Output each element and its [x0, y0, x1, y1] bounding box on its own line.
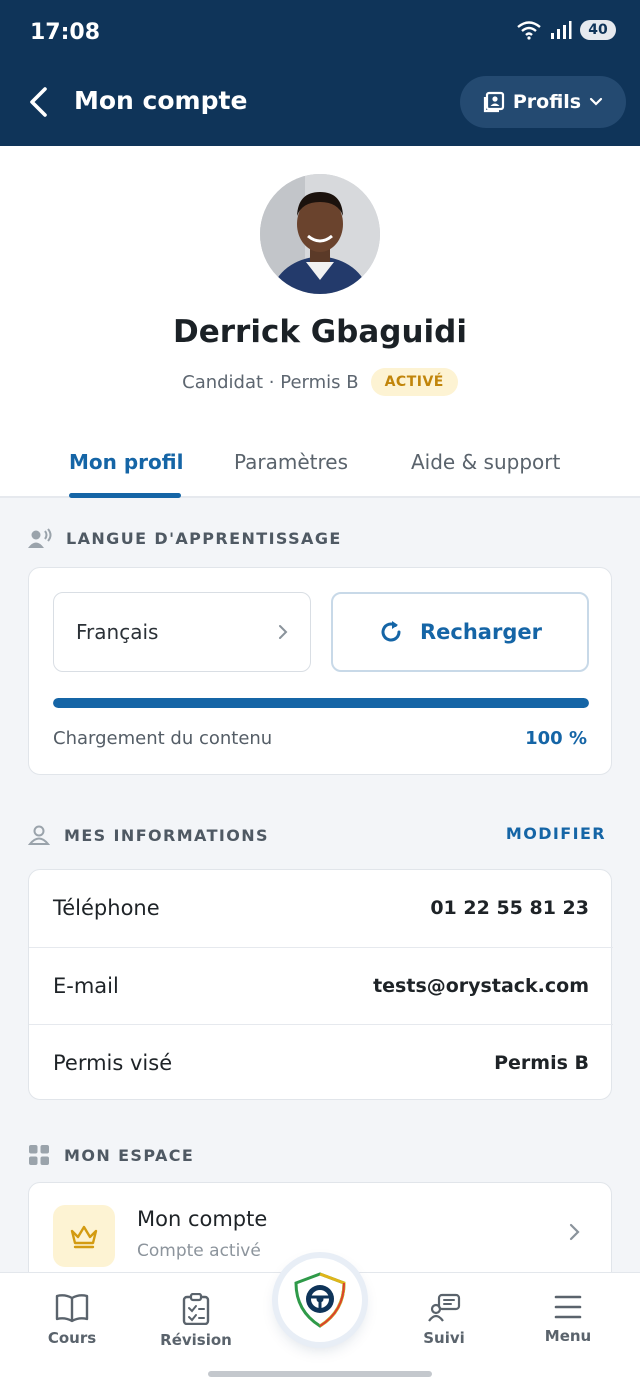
refresh-icon	[381, 621, 401, 642]
clipboard-check-icon	[182, 1293, 210, 1325]
user-icon	[28, 825, 50, 845]
language-section-title: LANGUE D'APPRENTISSAGE	[66, 528, 342, 548]
space-item-title: Mon compte	[137, 1207, 268, 1231]
profiles-icon	[483, 91, 504, 113]
nav-menu[interactable]: Menu	[513, 1293, 623, 1345]
nav-revision[interactable]: Révision	[141, 1293, 251, 1349]
profile-subline: Candidat · Permis B ACTIVÉ	[0, 368, 640, 396]
info-label: Permis visé	[53, 1050, 173, 1075]
speaking-person-icon	[28, 528, 52, 548]
chevron-left-icon	[30, 87, 47, 117]
chevron-right-icon	[569, 1223, 580, 1241]
crown-icon	[70, 1225, 98, 1249]
progress-label: Chargement du contenu	[53, 728, 273, 749]
back-button[interactable]	[20, 84, 56, 120]
space-item-subtitle: Compte activé	[137, 1241, 261, 1261]
signal-icon	[551, 21, 572, 39]
nav-suivi[interactable]: Suivi	[389, 1293, 499, 1347]
space-item-icon-box	[53, 1205, 115, 1267]
info-value: tests@orystack.com	[373, 974, 589, 997]
battery-level: 40	[580, 20, 616, 40]
avatar-image	[260, 174, 380, 294]
language-section-header: LANGUE D'APPRENTISSAGE	[28, 528, 342, 548]
space-section-header: MON ESPACE	[28, 1144, 194, 1166]
tab-aide-support[interactable]: Aide & support	[411, 450, 560, 474]
profile-tabs: Mon profil Paramètres Aide & support	[0, 436, 640, 498]
book-icon	[55, 1294, 89, 1323]
profile-name: Derrick Gbaguidi	[172, 314, 467, 350]
profile-section: Derrick Gbaguidi Candidat · Permis B ACT…	[0, 146, 640, 498]
active-tab-indicator	[69, 493, 181, 498]
app-header: 17:08 40 Mon compte Profils	[0, 0, 640, 146]
menu-icon	[554, 1295, 582, 1319]
status-icons: 40	[516, 20, 616, 40]
info-section-header: MES INFORMATIONS	[28, 825, 269, 845]
profiles-label: Profils	[512, 91, 582, 113]
language-select[interactable]: Français	[53, 592, 311, 672]
tab-parametres[interactable]: Paramètres	[234, 450, 348, 474]
profiles-button[interactable]: Profils	[460, 76, 626, 128]
home-indicator[interactable]	[208, 1371, 432, 1377]
info-label: Téléphone	[53, 896, 160, 920]
content-progress-fill	[53, 698, 589, 708]
info-row-license: Permis visé Permis B	[29, 1024, 613, 1100]
chevron-right-icon	[279, 625, 288, 639]
reload-label: Recharger	[420, 620, 542, 644]
content-progress-bar	[53, 698, 589, 708]
info-value: 01 22 55 81 23	[430, 897, 589, 919]
language-card: Français Recharger Chargement du contenu…	[28, 567, 612, 775]
profile-role: Candidat · Permis B	[182, 371, 359, 393]
status-badge: ACTIVÉ	[370, 368, 458, 396]
chevron-down-icon	[590, 97, 603, 106]
info-row-email: E-mail tests@orystack.com	[29, 947, 613, 1023]
reload-button[interactable]: Recharger	[331, 592, 589, 672]
info-value: Permis B	[494, 1051, 589, 1074]
grid-icon	[29, 1145, 49, 1165]
status-time: 17:08	[30, 20, 101, 45]
info-card: Téléphone 01 22 55 81 23 E-mail tests@or…	[28, 869, 613, 1100]
center-home-button[interactable]	[278, 1258, 362, 1342]
info-section-title: MES INFORMATIONS	[64, 825, 269, 845]
info-label: E-mail	[53, 973, 119, 998]
language-select-value: Français	[76, 620, 159, 644]
info-row-phone: Téléphone 01 22 55 81 23	[29, 870, 613, 946]
wifi-icon	[517, 21, 541, 40]
tab-mon-profil[interactable]: Mon profil	[69, 450, 183, 474]
nav-label: Suivi	[423, 1329, 465, 1347]
nav-label: Révision	[160, 1331, 232, 1349]
avatar[interactable]	[260, 174, 380, 294]
nav-label: Cours	[47, 1329, 97, 1347]
progress-chat-icon	[428, 1293, 461, 1322]
steering-wheel-logo-icon	[294, 1272, 346, 1328]
page-title: Mon compte	[74, 86, 248, 115]
space-section-title: MON ESPACE	[64, 1145, 195, 1165]
nav-cours[interactable]: Cours	[17, 1293, 127, 1347]
modify-link[interactable]: MODIFIER	[506, 824, 606, 843]
nav-label: Menu	[544, 1327, 592, 1345]
progress-value: 100 %	[525, 728, 587, 749]
